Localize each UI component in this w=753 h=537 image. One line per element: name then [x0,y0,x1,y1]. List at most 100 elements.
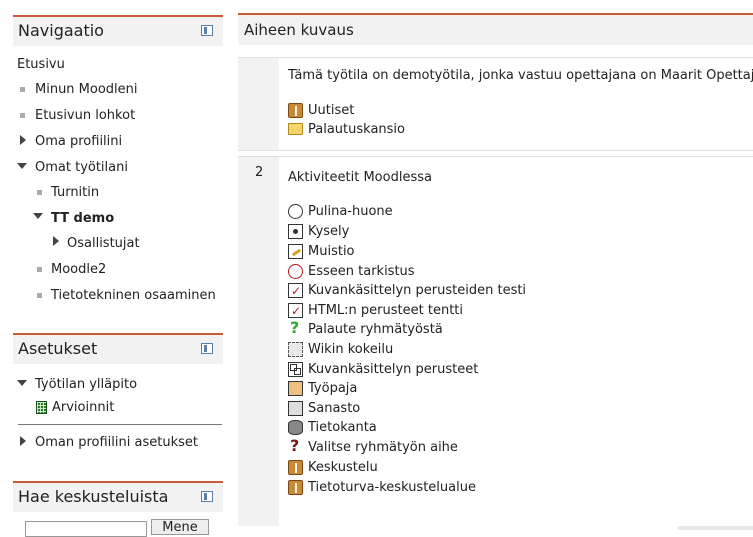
expand-icon[interactable] [53,236,59,246]
bullet-icon [37,293,42,298]
search-forums-block: Hae keskusteluista [13,481,223,512]
activity-item[interactable]: Tietoturva-keskustelualue [288,479,476,497]
glossary-icon [288,400,303,416]
forum-icon [288,459,303,475]
activity-label: Sanasto [308,401,361,416]
feedback-icon [288,319,303,337]
activity-item[interactable]: Kuvankäsittelyn perusteiden testi [288,282,526,300]
nav-item-site-pages[interactable]: Etusivun lohkot [35,107,135,125]
section-summary: Tämä työtila on demotyötila, jonka vastu… [288,68,753,83]
dock-block-icon[interactable] [201,343,213,354]
section-title: Aktiviteetit Moodlessa [288,170,432,185]
divider [18,424,222,425]
grades-icon [36,401,47,414]
activity-item[interactable]: Valitse ryhmätyön aihe [288,437,458,457]
bullet-icon [37,190,42,195]
chat-icon [288,203,303,219]
collapse-icon[interactable] [33,213,43,219]
activity-label: Pulina-huone [308,204,393,219]
dock-block-icon[interactable] [201,491,213,502]
activity-item[interactable]: HTML:n perusteet tentti [288,302,463,320]
quiz-icon [288,302,303,320]
activity-label: Kysely [308,224,350,239]
activity-item[interactable]: Kuvankäsittelyn perusteet [288,361,478,379]
nav-item-moodle2[interactable]: Moodle2 [51,261,106,279]
activity-label: Keskustelu [308,460,378,475]
main-header: Aiheen kuvaus [238,13,753,45]
activity-item[interactable]: Esseen tarkistus [288,263,415,281]
settings-header: Asetukset [13,333,223,364]
section-number-column: 2 [238,157,279,526]
activity-label: Uutiset [308,103,355,118]
activity-item[interactable]: Sanasto [288,400,360,418]
settings-block: Asetukset [13,333,223,364]
expand-icon[interactable] [20,135,26,145]
settings-item-course-admin[interactable]: Työtilan ylläpito [35,376,137,394]
activity-label: Muistio [308,244,355,259]
activity-label: Tietokanta [308,420,377,435]
journal-icon [288,243,303,259]
navigation-title: Navigaatio [18,21,104,40]
collapse-icon[interactable] [17,380,27,386]
quiz-icon [288,282,303,300]
activity-item[interactable]: Kysely [288,223,349,241]
navigation-block: Navigaatio [13,15,223,46]
settings-title: Asetukset [18,339,98,358]
navigation-header: Navigaatio [13,15,223,46]
activity-item[interactable]: Palaute ryhmätyöstä [288,319,443,339]
activity-item[interactable]: Keskustelu [288,459,378,477]
activity-label: Kuvankäsittelyn perusteiden testi [308,283,527,298]
activity-label: HTML:n perusteet tentti [308,303,463,318]
dock-block-icon[interactable] [201,25,213,36]
activity-label: Työpaja [308,381,358,396]
activity-item[interactable]: Työpaja [288,380,357,398]
choice-icon [288,223,303,239]
nav-item-turnitin[interactable]: Turnitin [51,184,99,202]
bullet-icon [20,87,25,92]
settings-item-profile-settings[interactable]: Oman profiilini asetukset [35,434,198,452]
activity-item[interactable]: Wikin kokeilu [288,341,393,359]
question-icon [288,437,303,455]
forum-icon [288,102,303,118]
nav-item-tt-demo[interactable]: TT demo [51,210,114,228]
activity-label: Esseen tarkistus [308,264,415,279]
activity-label: Palautuskansio [308,122,405,137]
activity-item[interactable]: Pulina-huone [288,203,393,221]
activity-item[interactable]: Uutiset [288,102,354,120]
nav-item-my-profile[interactable]: Oma profiilini [35,133,122,151]
section-0: Tämä työtila on demotyötila, jonka vastu… [238,57,753,151]
activity-item[interactable]: Tietokanta [288,419,377,437]
activity-label: Valitse ryhmätyön aihe [308,440,458,455]
nav-item-participants[interactable]: Osallistujat [67,235,140,253]
activity-label: Kuvankäsittelyn perusteet [308,362,479,377]
bullet-icon [37,267,42,272]
search-forums-input[interactable] [25,521,147,537]
nav-item-home[interactable]: Etusivu [17,56,65,74]
search-forums-button[interactable]: Mene [151,519,209,535]
section-number-column [238,58,279,150]
page-title: Aiheen kuvaus [244,21,354,39]
expand-icon[interactable] [20,436,26,446]
activity-item[interactable]: Muistio [288,243,355,261]
scrollbar-strip [678,526,753,530]
section-2: 2 Aktiviteetit Moodlessa Pulina-huone Ky… [238,156,753,526]
lesson-icon [288,361,303,377]
activity-label: Wikin kokeilu [308,342,394,357]
wiki-icon [288,341,303,357]
search-forums-header: Hae keskusteluista [13,481,223,512]
search-forums-title: Hae keskusteluista [18,487,169,506]
bullet-icon [20,113,25,118]
turnitin-icon [288,263,303,279]
nav-item-my-courses[interactable]: Omat työtilani [35,159,128,177]
activity-item[interactable]: Palautuskansio [288,121,405,139]
collapse-icon[interactable] [17,163,27,169]
folder-icon [288,123,303,135]
settings-item-grades[interactable]: Arvioinnit [52,399,114,417]
database-icon [288,419,303,435]
nav-item-it-skills[interactable]: Tietotekninen osaaminen [51,287,216,305]
activity-label: Palaute ryhmätyöstä [308,322,443,337]
nav-item-my-moodle[interactable]: Minun Moodleni [35,81,138,99]
forum-icon [288,479,303,495]
section-number: 2 [255,165,264,180]
workshop-icon [288,380,303,396]
